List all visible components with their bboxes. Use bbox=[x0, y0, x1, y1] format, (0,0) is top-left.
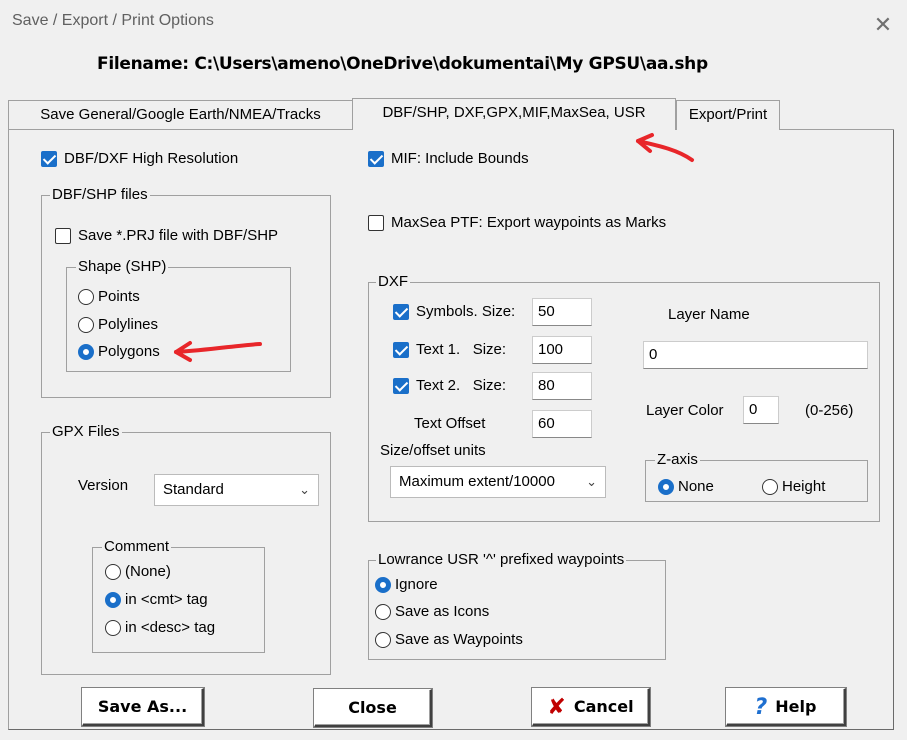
annotation-arrow-tab bbox=[636, 139, 694, 162]
annotation-arrows bbox=[174, 133, 694, 362]
dialog-window: Save / Export / Print Options ✕ Filename… bbox=[0, 0, 907, 740]
